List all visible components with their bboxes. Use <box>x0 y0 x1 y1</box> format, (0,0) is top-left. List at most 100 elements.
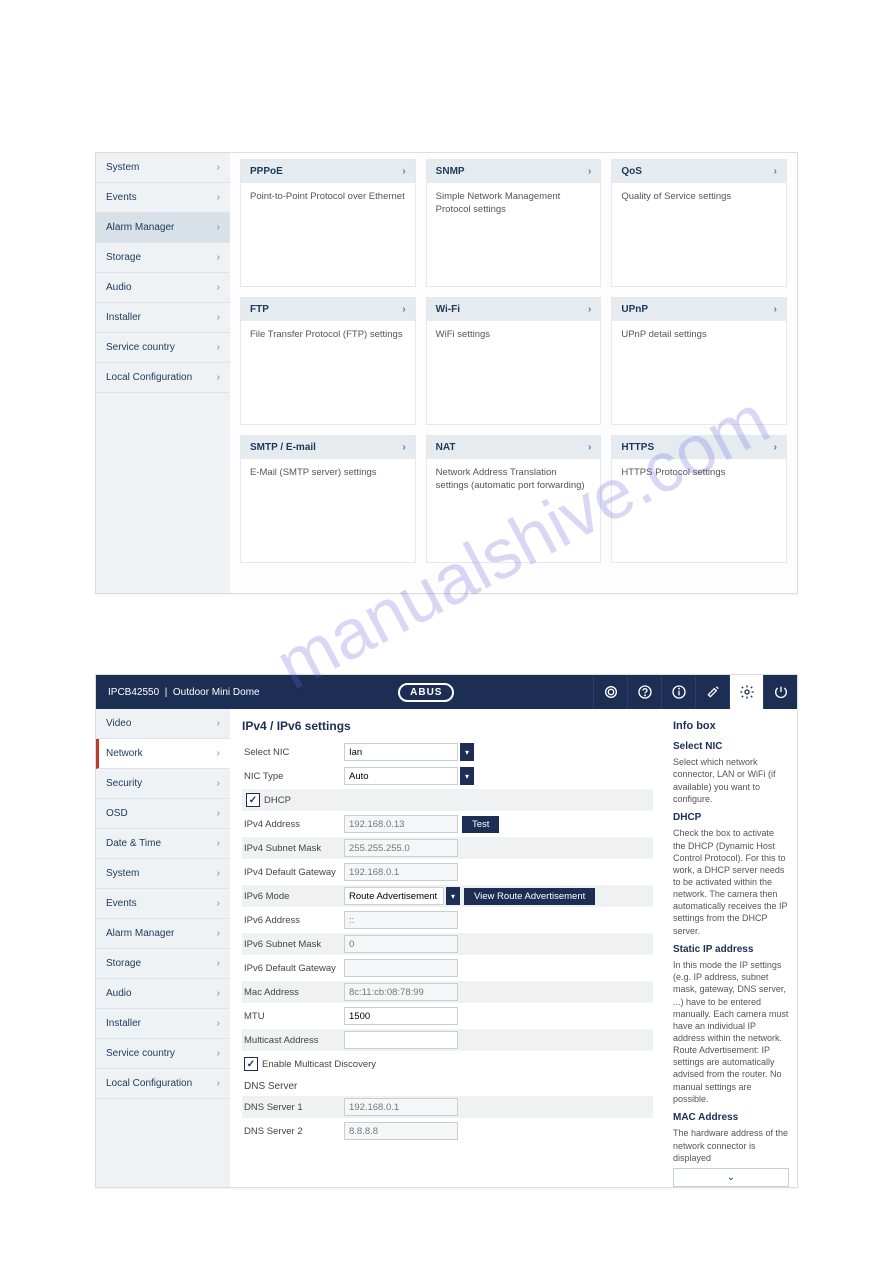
sidebar-item-label: OSD <box>106 808 128 819</box>
ipv6-addr-label: IPv6 Address <box>242 915 344 926</box>
ipv4-gw-input[interactable] <box>344 863 458 881</box>
sidebar-item-network[interactable]: Network› <box>96 739 230 769</box>
card-ftp[interactable]: FTP›File Transfer Protocol (FTP) setting… <box>240 297 416 425</box>
chevron-right-icon: › <box>217 718 220 729</box>
chevron-right-icon: › <box>217 868 220 879</box>
ipv6-addr-input[interactable] <box>344 911 458 929</box>
dhcp-checkbox[interactable] <box>246 793 260 807</box>
sidebar-item-label: Audio <box>106 988 132 999</box>
card-nat[interactable]: NAT›Network Address Translation settings… <box>426 435 602 563</box>
dhcp-label: DHCP <box>264 795 291 806</box>
sidebar-item-service-country[interactable]: Service country› <box>96 1039 230 1069</box>
select-nic-input[interactable] <box>344 743 458 761</box>
help-icon[interactable] <box>627 675 661 709</box>
card-snmp[interactable]: SNMP›Simple Network Management Protocol … <box>426 159 602 287</box>
ipv4-addr-input[interactable] <box>344 815 458 833</box>
select-nic-dropdown[interactable]: ▾ <box>460 743 474 761</box>
info-expand-button[interactable]: ⌄ <box>673 1168 789 1188</box>
card-title: SNMP <box>436 166 465 177</box>
card-header[interactable]: UPnP› <box>612 298 786 321</box>
chevron-right-icon: › <box>588 442 591 453</box>
dns2-input[interactable] <box>344 1122 458 1140</box>
view-route-button[interactable]: View Route Advertisement <box>464 888 595 905</box>
card-header[interactable]: FTP› <box>241 298 415 321</box>
nic-type-dropdown[interactable]: ▾ <box>460 767 474 785</box>
settings-icon[interactable] <box>729 675 763 709</box>
test-button[interactable]: Test <box>462 816 499 833</box>
tools-icon[interactable] <box>695 675 729 709</box>
sidebar-item-label: Events <box>106 898 137 909</box>
chevron-right-icon: › <box>774 442 777 453</box>
ipv6-gw-input[interactable] <box>344 959 458 977</box>
sidebar-item-label: Installer <box>106 1018 141 1029</box>
card-desc: Network Address Translation settings (au… <box>427 459 601 501</box>
card-upnp[interactable]: UPnP›UPnP detail settings <box>611 297 787 425</box>
ip-form: IPv4 / IPv6 settings Select NIC ▾ NIC Ty… <box>230 709 665 1187</box>
sidebar-item-audio[interactable]: Audio› <box>96 273 230 303</box>
info-icon[interactable] <box>661 675 695 709</box>
multicast-input[interactable] <box>344 1031 458 1049</box>
card-header[interactable]: SMTP / E-mail› <box>241 436 415 459</box>
sidebar-item-storage[interactable]: Storage› <box>96 949 230 979</box>
sidebar-item-audio[interactable]: Audio› <box>96 979 230 1009</box>
ipv4-mask-input[interactable] <box>344 839 458 857</box>
chevron-right-icon: › <box>217 192 220 203</box>
live-icon[interactable] <box>593 675 627 709</box>
sidebar-item-security[interactable]: Security› <box>96 769 230 799</box>
card-header[interactable]: NAT› <box>427 436 601 459</box>
power-icon[interactable] <box>763 675 797 709</box>
mtu-input[interactable] <box>344 1007 458 1025</box>
sidebar-item-label: Date & Time <box>106 838 161 849</box>
chevron-right-icon: › <box>217 808 220 819</box>
ipv6-mask-input[interactable] <box>344 935 458 953</box>
chevron-right-icon: › <box>217 928 220 939</box>
sidebar-item-events[interactable]: Events› <box>96 889 230 919</box>
card-title: HTTPS <box>621 442 654 453</box>
ipv6-mode-input[interactable] <box>344 887 444 905</box>
card-header[interactable]: Wi-Fi› <box>427 298 601 321</box>
sidebar-item-events[interactable]: Events› <box>96 183 230 213</box>
sidebar-item-alarm-manager[interactable]: Alarm Manager› <box>96 919 230 949</box>
sidebar-item-installer[interactable]: Installer› <box>96 1009 230 1039</box>
sidebar-item-local-configuration[interactable]: Local Configuration› <box>96 1069 230 1099</box>
info-section-text: The hardware address of the network conn… <box>673 1127 789 1163</box>
separator: | <box>165 687 168 698</box>
sidebar-item-date-time[interactable]: Date & Time› <box>96 829 230 859</box>
card-title: UPnP <box>621 304 648 315</box>
sidebar-item-alarm-manager[interactable]: Alarm Manager› <box>96 213 230 243</box>
sidebar-item-video[interactable]: Video› <box>96 709 230 739</box>
card-https[interactable]: HTTPS›HTTPS Protocol settings <box>611 435 787 563</box>
card-header[interactable]: SNMP› <box>427 160 601 183</box>
ipv6-mode-dropdown[interactable]: ▾ <box>446 887 460 905</box>
card-header[interactable]: HTTPS › <box>612 436 786 459</box>
sidebar-item-service-country[interactable]: Service country› <box>96 333 230 363</box>
mac-label: Mac Address <box>242 987 344 998</box>
chevron-right-icon: › <box>402 304 405 315</box>
chevron-right-icon: › <box>588 304 591 315</box>
chevron-right-icon: › <box>217 1048 220 1059</box>
sidebar-item-installer[interactable]: Installer› <box>96 303 230 333</box>
dns1-input[interactable] <box>344 1098 458 1116</box>
network-overview-panel: System›Events›Alarm Manager›Storage›Audi… <box>95 152 798 594</box>
card-wi-fi[interactable]: Wi-Fi›WiFi settings <box>426 297 602 425</box>
multicast-discovery-checkbox[interactable] <box>244 1057 258 1071</box>
chevron-right-icon: › <box>217 1078 220 1089</box>
card-title: PPPoE <box>250 166 283 177</box>
sidebar-item-label: Security <box>106 778 142 789</box>
card-qos[interactable]: QoS›Quality of Service settings <box>611 159 787 287</box>
card-pppoe[interactable]: PPPoE›Point-to-Point Protocol over Ether… <box>240 159 416 287</box>
nic-type-input[interactable] <box>344 767 458 785</box>
sidebar-item-label: Installer <box>106 312 141 323</box>
device-model: IPCB42550 <box>108 687 159 698</box>
sidebar-item-local-configuration[interactable]: Local Configuration› <box>96 363 230 393</box>
sidebar-item-system[interactable]: System› <box>96 859 230 889</box>
ipv4-gw-label: IPv4 Default Gateway <box>242 867 344 878</box>
info-section-head: DHCP <box>673 811 789 825</box>
card-desc: Quality of Service settings <box>612 183 786 212</box>
sidebar-item-osd[interactable]: OSD › <box>96 799 230 829</box>
card-header[interactable]: PPPoE› <box>241 160 415 183</box>
card-header[interactable]: QoS› <box>612 160 786 183</box>
card-smtp-e-mail[interactable]: SMTP / E-mail›E-Mail (SMTP server) setti… <box>240 435 416 563</box>
sidebar-item-storage[interactable]: Storage› <box>96 243 230 273</box>
sidebar-item-system[interactable]: System› <box>96 153 230 183</box>
